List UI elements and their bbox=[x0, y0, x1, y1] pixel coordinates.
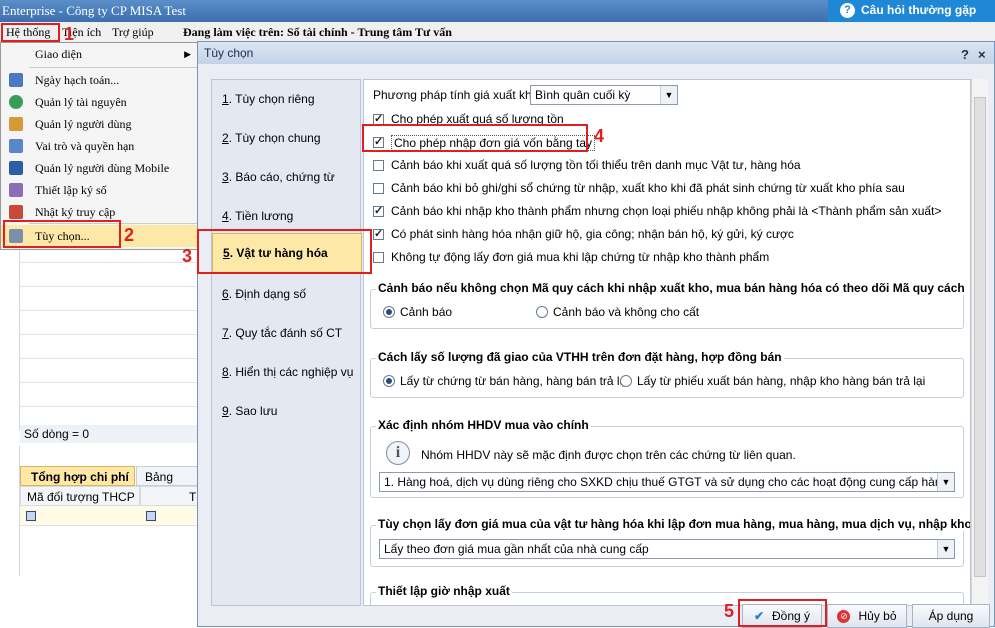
checkbox-khong-tu-dong-don-gia[interactable] bbox=[373, 252, 384, 263]
workspace-label: Đang làm việc trên: Sổ tài chính - Trung… bbox=[183, 25, 452, 39]
checkbox-label: Không tự động lấy đơn giá mua khi lập ch… bbox=[391, 250, 770, 264]
chevron-down-icon: ▼ bbox=[937, 473, 954, 491]
radio-chung-tu-ban-hang[interactable] bbox=[383, 375, 395, 387]
menu-item-giao-dien[interactable]: Giao diện ▶ bbox=[1, 43, 199, 65]
filter-icon[interactable] bbox=[26, 511, 36, 521]
scrollbar-thumb[interactable] bbox=[974, 97, 986, 577]
highlight-box-5 bbox=[738, 599, 827, 627]
cancel-button[interactable]: ⊘ Hủy bỏ bbox=[827, 604, 907, 628]
group-title: Thiết lập giờ nhập xuất bbox=[376, 584, 512, 598]
menu-item-quan-ly-tai-nguyen[interactable]: Quản lý tài nguyên bbox=[1, 91, 199, 113]
apply-button[interactable]: Áp dụng bbox=[912, 604, 990, 628]
checkbox-canh-bao-thanh-pham[interactable] bbox=[373, 204, 384, 217]
tab-tong-hop-chi-phi[interactable]: Tổng hợp chi phí bbox=[20, 466, 135, 486]
row-count: Số dòng = 0 bbox=[20, 425, 200, 443]
log-icon bbox=[9, 205, 23, 219]
menu-item-thiet-lap-ky-so[interactable]: Thiết lập ký số bbox=[1, 179, 199, 201]
menu-item-vai-tro[interactable]: Vai trò và quyền hạn bbox=[1, 135, 199, 157]
tab-bang-phan[interactable]: Bảng phân bbox=[136, 466, 200, 504]
checkbox-canh-bao-ton-toi-thieu[interactable] bbox=[373, 160, 384, 171]
tab-tuy-chon-rieng[interactable]: 1. Tùy chọn riêng bbox=[212, 80, 362, 119]
annotation-5: 5 bbox=[724, 601, 735, 621]
group-title: Tùy chọn lấy đơn giá mua của vật tư hàng… bbox=[376, 517, 970, 531]
menu-tro-giup[interactable]: Trợ giúp bbox=[112, 25, 154, 40]
highlight-box-1 bbox=[1, 23, 60, 42]
tab-bao-cao-chung-tu[interactable]: 3. Báo cáo, chứng từ bbox=[212, 158, 362, 197]
tab-sao-luu[interactable]: 9. Sao lưu bbox=[212, 392, 362, 431]
close-icon[interactable]: × bbox=[978, 44, 986, 66]
submenu-arrow-icon: ▶ bbox=[184, 49, 191, 59]
options-tab-list: 1. Tùy chọn riêng 2. Tùy chọn chung 3. B… bbox=[211, 79, 362, 606]
users-icon bbox=[9, 117, 23, 131]
chevron-down-icon: ▼ bbox=[660, 86, 677, 104]
annotation-2: 2 bbox=[124, 225, 135, 245]
highlight-box-4 bbox=[362, 124, 588, 152]
col-header-ten[interactable]: Tê bbox=[140, 486, 203, 506]
help-icon[interactable]: ? bbox=[961, 44, 969, 66]
radio-label: Cảnh báo bbox=[400, 305, 453, 319]
checkbox-label: Cảnh báo khi bỏ ghi/ghi sổ chứng từ nhập… bbox=[391, 181, 905, 195]
content-scrollbar[interactable] bbox=[971, 79, 988, 606]
menu-item-nguoi-dung-mobile[interactable]: Quản lý người dùng Mobile bbox=[1, 157, 199, 179]
vat-tu-options-panel: Phương pháp tính giá xuất kho Bình quân … bbox=[363, 79, 971, 606]
tab-dinh-dang-so[interactable]: 6. Định dạng số bbox=[212, 275, 362, 314]
calendar-icon bbox=[9, 73, 23, 87]
question-icon: ? bbox=[840, 3, 855, 19]
method-select[interactable]: Bình quân cuối kỳ ▼ bbox=[530, 85, 678, 105]
checkbox-label: Cảnh báo khi xuất quá số lượng tồn tối t… bbox=[391, 158, 801, 172]
globe-icon bbox=[9, 95, 23, 109]
info-text: Nhóm HHDV này sẽ mặc định được chọn trên… bbox=[421, 448, 796, 462]
highlight-box-3 bbox=[197, 229, 372, 274]
filter-icon[interactable] bbox=[146, 511, 156, 521]
checkbox-label: Cảnh báo khi nhập kho thành phẩm nhưng c… bbox=[391, 204, 942, 218]
tab-quy-tac-danh-so[interactable]: 7. Quy tắc đánh số CT bbox=[212, 314, 362, 353]
radio-label: Lấy từ chứng từ bán hàng, hàng bán trả l… bbox=[400, 374, 629, 388]
group-title: Cách lấy số lượng đã giao của VTHH trên … bbox=[376, 350, 784, 364]
radio-label: Lấy từ phiếu xuất bán hàng, nhập kho hàn… bbox=[637, 374, 926, 388]
radio-canh-bao-khong-cat[interactable] bbox=[536, 306, 548, 318]
menu-item-quan-ly-nguoi-dung[interactable]: Quản lý người dùng bbox=[1, 113, 199, 135]
radio-phieu-xuat-ban-hang[interactable] bbox=[620, 375, 632, 387]
highlight-box-2 bbox=[3, 220, 121, 248]
tab-tuy-chon-chung[interactable]: 2. Tùy chọn chung bbox=[212, 119, 362, 158]
annotation-4: 4 bbox=[594, 126, 605, 146]
don-gia-mua-select[interactable]: Lấy theo đơn giá mua gần nhất của nhà cu… bbox=[379, 539, 955, 559]
role-icon bbox=[9, 139, 23, 153]
checkbox-label: Có phát sinh hàng hóa nhận giữ hộ, gia c… bbox=[391, 227, 794, 241]
chevron-down-icon: ▼ bbox=[937, 540, 954, 558]
faq-button[interactable]: ? Câu hỏi thường gặp bbox=[828, 0, 995, 22]
menu-bar: Hệ thống Tiện ích Trợ giúp Đang làm việc… bbox=[0, 22, 995, 42]
col-header-ma-doi-tuong[interactable]: Mã đối tượng THCP bbox=[20, 486, 140, 506]
checkbox-giu-ho-gia-cong[interactable] bbox=[373, 227, 384, 240]
group-title: Cảnh báo nếu không chọn Mã quy cách khi … bbox=[376, 281, 967, 295]
sign-icon bbox=[9, 183, 23, 197]
method-label: Phương pháp tính giá xuất kho bbox=[373, 88, 539, 102]
mobile-icon bbox=[9, 161, 23, 175]
radio-canh-bao[interactable] bbox=[383, 306, 395, 318]
filter-row bbox=[20, 506, 200, 526]
background-grid: Số dòng = 0 Tổng hợp chi phí Bảng phân M… bbox=[0, 250, 203, 627]
annotation-3: 3 bbox=[182, 246, 193, 266]
radio-label: Cảnh báo và không cho cất bbox=[553, 305, 700, 319]
group-title: Xác định nhóm HHDV mua vào chính bbox=[376, 418, 591, 432]
checkbox-canh-bao-bo-ghi[interactable] bbox=[373, 183, 384, 194]
tab-hien-thi-nghiep-vu[interactable]: 8. Hiển thị các nghiệp vụ bbox=[212, 353, 362, 392]
info-icon: i bbox=[386, 441, 410, 465]
he-thong-dropdown: Giao diện ▶ Ngày hạch toán... Quản lý tài… bbox=[0, 42, 200, 250]
nhom-hhdv-select[interactable]: 1. Hàng hoá, dịch vụ dùng riêng cho SXKD… bbox=[379, 472, 955, 492]
cancel-icon: ⊘ bbox=[837, 610, 851, 624]
dialog-title-bar: Tùy chọn ? × bbox=[198, 42, 994, 64]
menu-item-ngay-hach-toan[interactable]: Ngày hạch toán... bbox=[1, 69, 199, 91]
